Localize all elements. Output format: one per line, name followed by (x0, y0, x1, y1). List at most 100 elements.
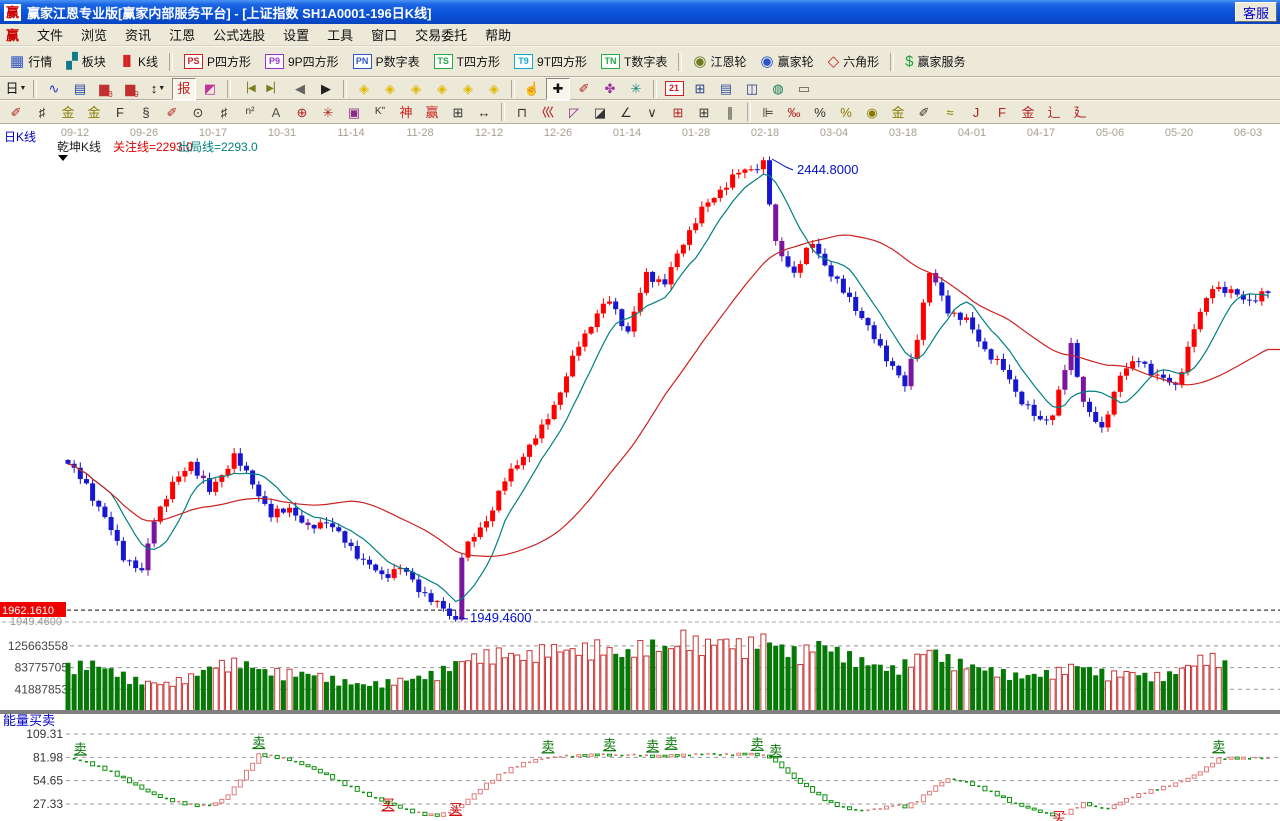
save-icon[interactable]: ◫ (740, 78, 764, 100)
gann-star-icon[interactable]: ✳ (316, 101, 340, 123)
n-square-icon[interactable]: n² (238, 101, 262, 123)
golden-section-a-icon[interactable]: 金 (56, 101, 80, 123)
fibonacci-lines-icon[interactable]: F (108, 101, 132, 123)
kline-button[interactable]: ▐▌K线 (113, 48, 165, 76)
level-scale-icon[interactable]: ⊫ (756, 101, 780, 123)
winner-service-button[interactable]: $赢家服务 (898, 48, 972, 76)
menu-item-4[interactable]: 公式选股 (204, 27, 274, 44)
gann-wheel-button[interactable]: ◉江恩轮 (686, 48, 753, 76)
speed-line-icon[interactable]: 辶 (1042, 101, 1066, 123)
grid-dark-icon[interactable]: ⊞ (692, 101, 716, 123)
menu-item-6[interactable]: 工具 (318, 27, 362, 44)
time-lines-icon[interactable]: ♯ (212, 101, 236, 123)
spiral-tool-icon[interactable]: § (134, 101, 158, 123)
overlay-kline-label[interactable]: 乾坤K线 (57, 139, 101, 154)
customer-service-button[interactable]: 客服 (1235, 2, 1277, 22)
menu-item-1[interactable]: 浏览 (72, 27, 116, 44)
calendar-icon[interactable]: 21 (662, 78, 686, 100)
p-number-table-button[interactable]: PNP数字表 (346, 48, 427, 76)
wave-gold-icon[interactable]: ≈ (938, 101, 962, 123)
menu-item-8[interactable]: 交易委托 (406, 27, 476, 44)
percent-red-icon[interactable]: ‰ (782, 101, 806, 123)
zigzag-wave-icon[interactable]: ∨ (640, 101, 664, 123)
zoom-right-icon[interactable]: ◈ (378, 78, 402, 100)
period-label[interactable]: 日K线 (4, 130, 36, 144)
angle-mirror-icon[interactable]: A (264, 101, 288, 123)
gold-levels-icon[interactable]: 金 (886, 101, 910, 123)
t-number-table-button[interactable]: TNT数字表 (594, 48, 674, 76)
gann-box-icon[interactable]: ▣ (342, 101, 366, 123)
menu-item-5[interactable]: 设置 (274, 27, 318, 44)
next-page-icon[interactable]: ▶ (314, 78, 338, 100)
menu-item-0[interactable]: 文件 (28, 27, 72, 44)
gann-circle-icon[interactable]: ⊕ (290, 101, 314, 123)
angle-box-b-icon[interactable]: ◪ (588, 101, 612, 123)
kline-chart[interactable]: 09-1209-2610-1710-3111-1411-2812-1212-26… (0, 124, 1280, 821)
menu-item-9[interactable]: 帮助 (476, 27, 520, 44)
color-histogram-icon[interactable]: ◩ (198, 78, 222, 100)
zoom-full-icon[interactable]: ◈ (482, 78, 506, 100)
percent-levels-icon[interactable]: % (834, 101, 858, 123)
hand-tool-icon[interactable]: ☝ (520, 78, 544, 100)
prev-page-icon[interactable]: ◀ (288, 78, 312, 100)
grid-red-icon[interactable]: ⊞ (666, 101, 690, 123)
last-page-icon[interactable]: ▶▏ (262, 78, 286, 100)
alert-icon[interactable]: 报 (172, 78, 196, 100)
menu-item-7[interactable]: 窗口 (362, 27, 406, 44)
crosshair-tool-icon[interactable]: ✚ (546, 78, 570, 100)
winner-wheel-button[interactable]: ◉赢家轮 (753, 48, 820, 76)
gann-tools-icon[interactable]: ✤ (598, 78, 622, 100)
time-cycle-icon[interactable]: ⊙ (186, 101, 210, 123)
wave-tools-icon[interactable]: ✳ (624, 78, 648, 100)
trend-angle-icon[interactable]: ∠ (614, 101, 638, 123)
hexagon-button[interactable]: ◇六角形 (821, 48, 887, 76)
memo-icon[interactable]: ▤ (714, 78, 738, 100)
j-angle-icon[interactable]: J (964, 101, 988, 123)
k-count-icon[interactable]: Kʺ (368, 101, 392, 123)
9t-square-button[interactable]: T99T四方形 (507, 48, 594, 76)
sectors-button[interactable]: ▞板块 (59, 48, 113, 76)
gold-angle-icon[interactable]: 金 (1016, 101, 1040, 123)
p-square-button[interactable]: PSP四方形 (177, 48, 258, 76)
9p-square-button[interactable]: P99P四方形 (258, 48, 346, 76)
calculator-icon[interactable]: ⊞ (688, 78, 712, 100)
menu-item-3[interactable]: 江恩 (160, 27, 204, 44)
trend-overlay-icon[interactable]: ∿ (42, 78, 66, 100)
parallel-lines-icon[interactable]: ∥ (718, 101, 742, 123)
zoom-expand-icon[interactable]: ◈ (456, 78, 480, 100)
menu-item-2[interactable]: 资讯 (116, 27, 160, 44)
angle-box-a-icon[interactable]: ◸ (562, 101, 586, 123)
trend-channel-icon[interactable]: 廴 (1068, 101, 1092, 123)
zoom-width-icon[interactable]: ◈ (404, 78, 428, 100)
win-tool-icon[interactable]: 赢 (420, 101, 444, 123)
candle-style-dropdown-icon[interactable]: ↕▼ (146, 78, 170, 100)
shen-tool-icon[interactable]: 神 (394, 101, 418, 123)
web-link-icon[interactable]: ◍ (766, 78, 790, 100)
multi-chart-9-icon[interactable]: ▆9 (120, 78, 144, 100)
ink-marker-icon[interactable]: ✐ (912, 101, 936, 123)
indicator-title[interactable]: 能量买卖 (3, 713, 55, 728)
f-angle-icon[interactable]: F (990, 101, 1014, 123)
rect-frame-icon[interactable]: ⊓ (510, 101, 534, 123)
multi-chart-3-icon[interactable]: ▆3 (94, 78, 118, 100)
zoom-left-icon[interactable]: ◈ (352, 78, 376, 100)
quotes-button[interactable]: ▦行情 (3, 48, 59, 76)
gold-circle-icon[interactable]: ◉ (860, 101, 884, 123)
golden-section-b-icon[interactable]: 金 (82, 101, 106, 123)
overlay-dropdown-icon[interactable] (58, 155, 68, 161)
f10-info-icon[interactable]: ▤ (68, 78, 92, 100)
draw-line-tool-icon[interactable]: ✐ (572, 78, 596, 100)
measure-123-icon[interactable]: ⊞ (446, 101, 470, 123)
brush-analysis-icon[interactable]: ✐ (4, 101, 28, 123)
t-square-button[interactable]: TST四方形 (427, 48, 507, 76)
marker-brush-icon[interactable]: ✐ (160, 101, 184, 123)
print-icon[interactable]: ▭ (792, 78, 816, 100)
width-measure-icon[interactable]: ↔ (472, 101, 496, 123)
period-day-dropdown-icon[interactable]: 日▼ (4, 78, 28, 100)
first-page-icon[interactable]: ▕◀ (236, 78, 260, 100)
gann-fan-icon[interactable]: 巛 (536, 101, 560, 123)
price-lines-icon[interactable]: ♯ (30, 101, 54, 123)
pane-divider[interactable] (0, 710, 1280, 714)
percent-icon[interactable]: % (808, 101, 832, 123)
zoom-compress-icon[interactable]: ◈ (430, 78, 454, 100)
